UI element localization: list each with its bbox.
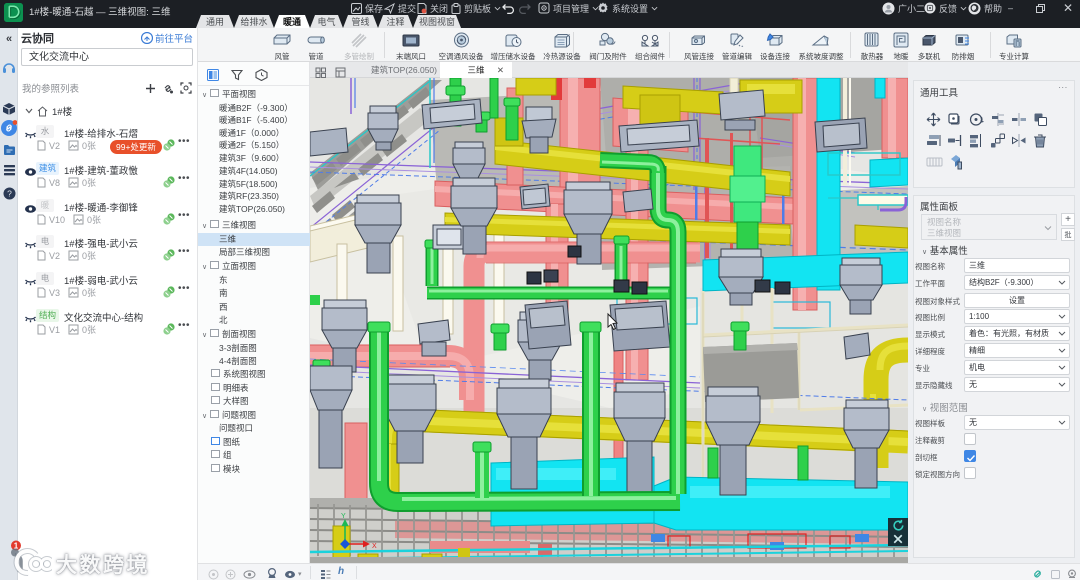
svg-text:Y: Y bbox=[341, 513, 346, 520]
svg-text:X: X bbox=[372, 543, 377, 550]
svg-text:?: ? bbox=[7, 188, 12, 198]
